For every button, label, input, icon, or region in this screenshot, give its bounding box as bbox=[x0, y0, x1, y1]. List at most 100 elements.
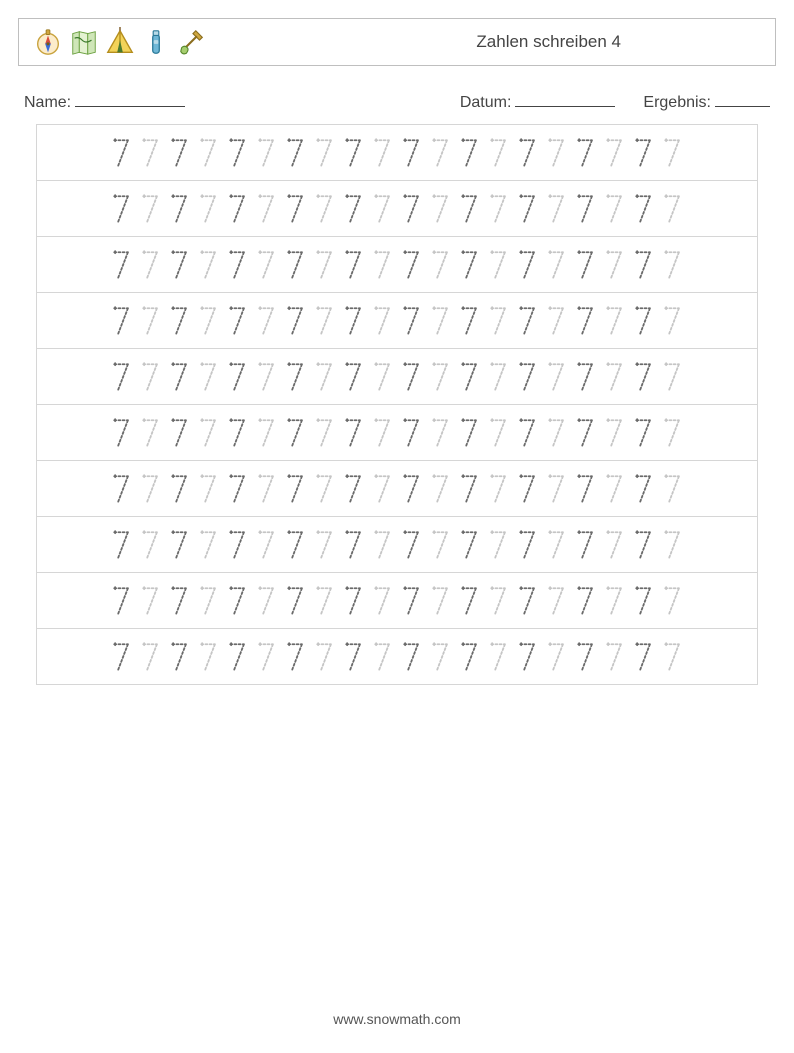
trace-digit-light[interactable] bbox=[252, 357, 281, 397]
trace-digit-light[interactable] bbox=[252, 469, 281, 509]
trace-digit-light[interactable] bbox=[426, 133, 455, 173]
trace-digit-light[interactable] bbox=[658, 413, 687, 453]
trace-digit-light[interactable] bbox=[600, 469, 629, 509]
trace-digit-light[interactable] bbox=[542, 245, 571, 285]
trace-digit-dark[interactable] bbox=[629, 581, 658, 621]
trace-digit-light[interactable] bbox=[426, 357, 455, 397]
trace-digit-light[interactable] bbox=[136, 637, 165, 677]
trace-digit-dark[interactable] bbox=[455, 581, 484, 621]
trace-digit-dark[interactable] bbox=[513, 637, 542, 677]
trace-digit-dark[interactable] bbox=[629, 357, 658, 397]
trace-digit-light[interactable] bbox=[310, 301, 339, 341]
trace-digit-dark[interactable] bbox=[513, 469, 542, 509]
trace-digit-dark[interactable] bbox=[107, 637, 136, 677]
trace-digit-dark[interactable] bbox=[165, 525, 194, 565]
trace-digit-dark[interactable] bbox=[629, 525, 658, 565]
trace-digit-dark[interactable] bbox=[107, 357, 136, 397]
trace-digit-dark[interactable] bbox=[571, 413, 600, 453]
trace-digit-light[interactable] bbox=[136, 301, 165, 341]
trace-digit-dark[interactable] bbox=[165, 581, 194, 621]
trace-digit-dark[interactable] bbox=[513, 525, 542, 565]
trace-digit-light[interactable] bbox=[484, 581, 513, 621]
trace-digit-dark[interactable] bbox=[165, 469, 194, 509]
trace-digit-light[interactable] bbox=[542, 301, 571, 341]
trace-digit-light[interactable] bbox=[658, 189, 687, 229]
trace-digit-light[interactable] bbox=[194, 525, 223, 565]
trace-digit-dark[interactable] bbox=[513, 357, 542, 397]
trace-digit-light[interactable] bbox=[368, 133, 397, 173]
trace-digit-dark[interactable] bbox=[629, 413, 658, 453]
trace-digit-light[interactable] bbox=[542, 413, 571, 453]
trace-digit-light[interactable] bbox=[252, 133, 281, 173]
trace-digit-dark[interactable] bbox=[513, 189, 542, 229]
trace-digit-dark[interactable] bbox=[339, 581, 368, 621]
trace-digit-dark[interactable] bbox=[397, 133, 426, 173]
trace-digit-light[interactable] bbox=[194, 357, 223, 397]
trace-digit-dark[interactable] bbox=[339, 301, 368, 341]
trace-digit-light[interactable] bbox=[658, 357, 687, 397]
trace-digit-light[interactable] bbox=[542, 189, 571, 229]
date-blank[interactable] bbox=[515, 92, 615, 107]
trace-digit-dark[interactable] bbox=[571, 469, 600, 509]
trace-digit-light[interactable] bbox=[600, 245, 629, 285]
trace-digit-dark[interactable] bbox=[455, 413, 484, 453]
trace-digit-dark[interactable] bbox=[397, 413, 426, 453]
trace-digit-dark[interactable] bbox=[223, 469, 252, 509]
trace-digit-light[interactable] bbox=[600, 189, 629, 229]
trace-digit-light[interactable] bbox=[368, 357, 397, 397]
trace-digit-light[interactable] bbox=[368, 245, 397, 285]
trace-digit-light[interactable] bbox=[600, 357, 629, 397]
trace-digit-light[interactable] bbox=[194, 189, 223, 229]
trace-digit-dark[interactable] bbox=[165, 357, 194, 397]
trace-digit-dark[interactable] bbox=[281, 413, 310, 453]
trace-digit-dark[interactable] bbox=[223, 245, 252, 285]
trace-digit-light[interactable] bbox=[310, 245, 339, 285]
trace-digit-dark[interactable] bbox=[223, 189, 252, 229]
result-blank[interactable] bbox=[715, 92, 770, 107]
trace-digit-light[interactable] bbox=[368, 469, 397, 509]
trace-digit-dark[interactable] bbox=[397, 525, 426, 565]
trace-digit-dark[interactable] bbox=[397, 637, 426, 677]
trace-digit-light[interactable] bbox=[310, 357, 339, 397]
trace-digit-light[interactable] bbox=[484, 357, 513, 397]
trace-digit-light[interactable] bbox=[658, 301, 687, 341]
trace-digit-dark[interactable] bbox=[339, 189, 368, 229]
trace-digit-dark[interactable] bbox=[165, 301, 194, 341]
trace-digit-light[interactable] bbox=[658, 637, 687, 677]
trace-digit-dark[interactable] bbox=[223, 525, 252, 565]
trace-digit-light[interactable] bbox=[368, 301, 397, 341]
trace-digit-dark[interactable] bbox=[397, 245, 426, 285]
trace-digit-dark[interactable] bbox=[571, 637, 600, 677]
trace-digit-dark[interactable] bbox=[629, 245, 658, 285]
trace-digit-light[interactable] bbox=[484, 469, 513, 509]
trace-digit-dark[interactable] bbox=[107, 469, 136, 509]
trace-digit-dark[interactable] bbox=[281, 245, 310, 285]
trace-digit-dark[interactable] bbox=[513, 413, 542, 453]
trace-digit-dark[interactable] bbox=[513, 245, 542, 285]
trace-digit-light[interactable] bbox=[600, 581, 629, 621]
trace-digit-light[interactable] bbox=[252, 189, 281, 229]
trace-digit-light[interactable] bbox=[310, 133, 339, 173]
trace-digit-light[interactable] bbox=[484, 245, 513, 285]
trace-digit-dark[interactable] bbox=[281, 469, 310, 509]
trace-digit-light[interactable] bbox=[426, 189, 455, 229]
trace-digit-dark[interactable] bbox=[397, 301, 426, 341]
trace-digit-dark[interactable] bbox=[455, 469, 484, 509]
trace-digit-dark[interactable] bbox=[629, 133, 658, 173]
trace-digit-light[interactable] bbox=[252, 637, 281, 677]
trace-digit-dark[interactable] bbox=[223, 357, 252, 397]
trace-digit-dark[interactable] bbox=[571, 133, 600, 173]
trace-digit-dark[interactable] bbox=[281, 189, 310, 229]
trace-digit-dark[interactable] bbox=[281, 133, 310, 173]
trace-digit-dark[interactable] bbox=[107, 525, 136, 565]
trace-digit-light[interactable] bbox=[484, 133, 513, 173]
trace-digit-dark[interactable] bbox=[455, 133, 484, 173]
trace-digit-light[interactable] bbox=[658, 581, 687, 621]
trace-digit-dark[interactable] bbox=[107, 581, 136, 621]
trace-digit-light[interactable] bbox=[194, 581, 223, 621]
trace-digit-dark[interactable] bbox=[281, 525, 310, 565]
trace-digit-dark[interactable] bbox=[455, 357, 484, 397]
trace-digit-dark[interactable] bbox=[339, 469, 368, 509]
trace-digit-dark[interactable] bbox=[629, 469, 658, 509]
trace-digit-light[interactable] bbox=[484, 637, 513, 677]
